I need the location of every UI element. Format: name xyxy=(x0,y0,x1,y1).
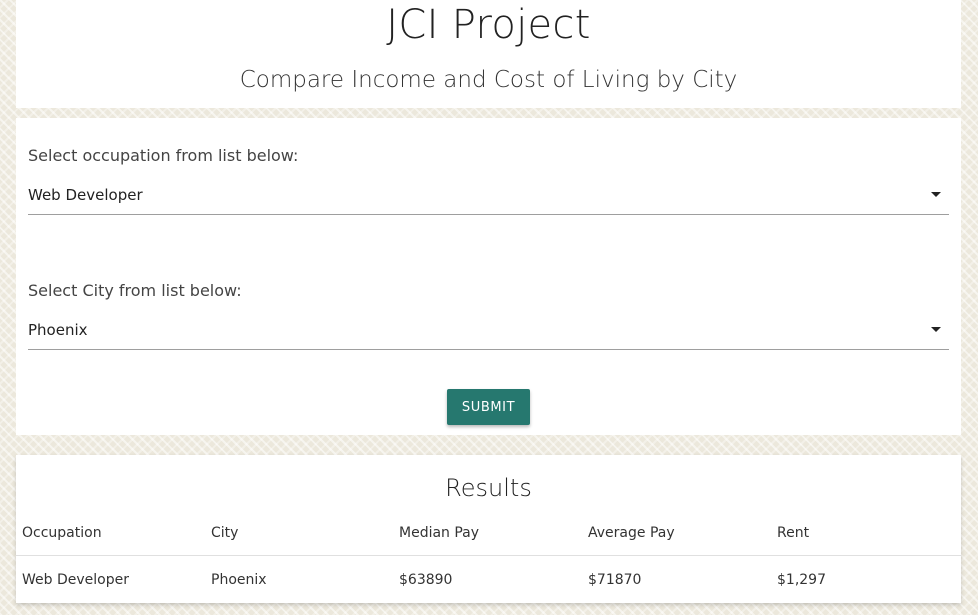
occupation-selected-value: Web Developer xyxy=(28,186,143,204)
page-subtitle: Compare Income and Cost of Living by Cit… xyxy=(239,67,738,93)
column-header-rent: Rent xyxy=(777,525,810,541)
cell-median-pay: $63890 xyxy=(399,572,453,588)
column-header-city: City xyxy=(211,525,239,541)
column-header-average-pay: Average Pay xyxy=(588,525,675,541)
results-panel: Results Occupation City Median Pay Avera… xyxy=(16,455,961,603)
results-title: Results xyxy=(445,474,532,502)
cell-average-pay: $71870 xyxy=(588,572,642,588)
column-header-occupation: Occupation xyxy=(22,525,102,541)
caret-down-icon xyxy=(931,192,941,197)
table-header-row: Occupation City Median Pay Average Pay R… xyxy=(16,517,961,556)
occupation-select[interactable]: Web Developer xyxy=(28,175,949,215)
cell-occupation: Web Developer xyxy=(22,572,129,588)
city-label: Select City from list below: xyxy=(28,281,242,300)
page-title: JCI Project xyxy=(386,2,591,48)
table-row: Web Developer Phoenix $63890 $71870 $1,2… xyxy=(16,556,961,594)
cell-rent: $1,297 xyxy=(777,572,826,588)
column-header-median-pay: Median Pay xyxy=(399,525,480,541)
cell-city: Phoenix xyxy=(211,572,267,588)
submit-button[interactable]: SUBMIT xyxy=(447,389,530,425)
occupation-label: Select occupation from list below: xyxy=(28,146,299,165)
caret-down-icon xyxy=(931,327,941,332)
city-selected-value: Phoenix xyxy=(28,321,88,339)
city-select[interactable]: Phoenix xyxy=(28,310,949,350)
search-form: Select occupation from list below: Web D… xyxy=(16,118,961,435)
header-panel: JCI Project Compare Income and Cost of L… xyxy=(16,0,961,108)
results-table: Occupation City Median Pay Average Pay R… xyxy=(16,517,961,594)
